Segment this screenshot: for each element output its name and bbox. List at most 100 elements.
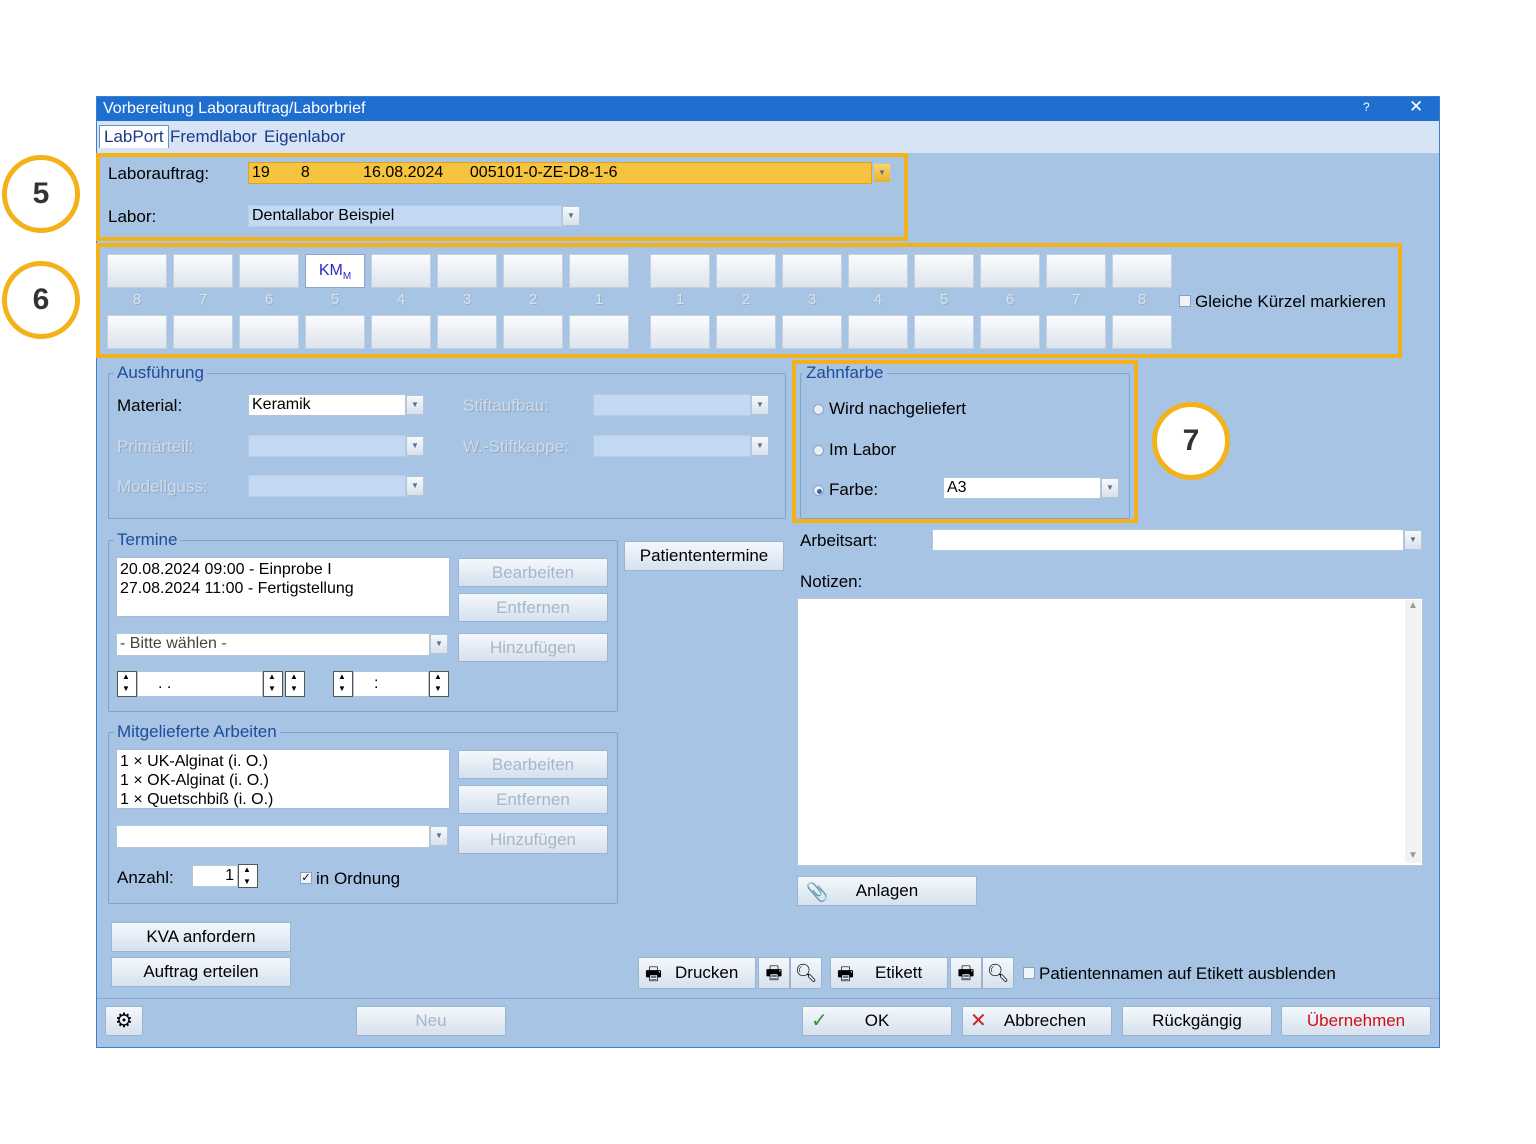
neu-button[interactable]: Neu (356, 1006, 506, 1036)
tooth-upper-right-7[interactable] (1046, 254, 1106, 288)
termin-type-dropdown-button[interactable]: ▼ (430, 634, 448, 654)
window-title: Vorbereitung Laborauftrag/Laborbrief (103, 100, 366, 117)
mitgeliefert-list[interactable]: 1 × UK-Alginat (i. O.) 1 × OK-Alginat (i… (116, 749, 450, 809)
tooth-number: 8 (132, 291, 142, 308)
termin-type-select[interactable]: - Bitte wählen - (116, 633, 430, 656)
tooth-upper-left-5[interactable]: KMM (305, 254, 365, 288)
drucken-button[interactable]: 🖶 Drucken (638, 957, 756, 989)
stiftaufbau-field (593, 394, 751, 416)
list-item[interactable]: 1 × OK-Alginat (i. O.) (120, 771, 446, 790)
drucken-preview-button[interactable]: 🔍︎ (790, 957, 822, 989)
modellguss-dropdown-button: ▼ (406, 476, 424, 496)
in-ordnung-checkbox[interactable]: ✓ (300, 872, 312, 884)
tooth-upper-left-3[interactable] (437, 254, 497, 288)
tooth-lower-left-5[interactable] (305, 315, 365, 349)
time-spin-right[interactable] (429, 671, 449, 697)
tooth-upper-right-4[interactable] (848, 254, 908, 288)
tooth-lower-left-2[interactable] (503, 315, 563, 349)
arbeitsart-field[interactable] (932, 529, 1404, 551)
tooth-upper-right-3[interactable] (782, 254, 842, 288)
tooth-number: 6 (1005, 291, 1015, 308)
termine-title: Termine (114, 530, 181, 550)
abbrechen-button[interactable]: ✕ Abbrechen (962, 1006, 1112, 1036)
date-spin-mid[interactable] (263, 671, 283, 697)
mitgeliefert-add-button[interactable]: Hinzufügen (458, 825, 608, 854)
help-button[interactable]: ? (1363, 100, 1370, 114)
close-button[interactable]: ✕ (1409, 97, 1423, 117)
anlagen-label: Anlagen (855, 881, 919, 900)
anlagen-button[interactable]: 📎 Anlagen (797, 876, 977, 906)
mitgeliefert-remove-button[interactable]: Entfernen (458, 785, 608, 814)
tooth-number: 7 (198, 291, 208, 308)
tab-labport[interactable]: LabPort (99, 125, 169, 148)
date-spin-right[interactable] (285, 671, 305, 697)
anzahl-field[interactable]: 1 (192, 865, 238, 887)
date-field[interactable]: . . (137, 671, 263, 697)
wstiftkappe-dropdown-button: ▼ (751, 436, 769, 456)
mitgeliefert-edit-button[interactable]: Bearbeiten (458, 750, 608, 779)
tooth-lower-right-7[interactable] (1046, 315, 1106, 349)
patiententermine-button[interactable]: Patiententermine (624, 541, 784, 571)
ok-label: OK (864, 1011, 890, 1030)
tooth-lower-right-2[interactable] (716, 315, 776, 349)
hide-names-checkbox[interactable] (1023, 967, 1035, 979)
tooth-lower-right-8[interactable] (1112, 315, 1172, 349)
drucken-setup-button[interactable]: 🖶 (758, 957, 790, 989)
etikett-setup-button[interactable]: 🖶 (950, 957, 982, 989)
tooth-lower-right-5[interactable] (914, 315, 974, 349)
uebernehmen-button[interactable]: Übernehmen (1281, 1006, 1431, 1036)
printer-setup-icon: 🖶 (765, 963, 783, 983)
tooth-lower-left-1[interactable] (569, 315, 629, 349)
auftrag-erteilen-button[interactable]: Auftrag erteilen (111, 957, 291, 987)
tooth-upper-right-6[interactable] (980, 254, 1040, 288)
tooth-lower-left-7[interactable] (173, 315, 233, 349)
tooth-lower-left-4[interactable] (371, 315, 431, 349)
tooth-lower-left-6[interactable] (239, 315, 299, 349)
tooth-upper-left-8[interactable] (107, 254, 167, 288)
termine-list[interactable]: 20.08.2024 09:00 - Einprobe I 27.08.2024… (116, 557, 450, 617)
termine-remove-button[interactable]: Entfernen (458, 593, 608, 622)
list-item[interactable]: 1 × UK-Alginat (i. O.) (120, 752, 446, 771)
list-item[interactable]: 27.08.2024 11:00 - Fertigstellung (120, 579, 446, 598)
tooth-upper-right-5[interactable] (914, 254, 974, 288)
tooth-lower-right-6[interactable] (980, 315, 1040, 349)
rueckgaengig-button[interactable]: Rückgängig (1122, 1006, 1272, 1036)
tooth-lower-right-1[interactable] (650, 315, 710, 349)
anzahl-spin[interactable] (238, 864, 258, 888)
tooth-lower-left-3[interactable] (437, 315, 497, 349)
time-field[interactable]: : (353, 671, 429, 697)
tooth-lower-left-8[interactable] (107, 315, 167, 349)
tooth-upper-right-1[interactable] (650, 254, 710, 288)
termine-edit-button[interactable]: Bearbeiten (458, 558, 608, 587)
mitgeliefert-select[interactable] (116, 825, 430, 848)
kva-button[interactable]: KVA anfordern (111, 922, 291, 952)
tooth-upper-left-1[interactable] (569, 254, 629, 288)
tooth-upper-left-6[interactable] (239, 254, 299, 288)
stiftaufbau-dropdown-button: ▼ (751, 395, 769, 415)
mitgeliefert-dropdown-button[interactable]: ▼ (430, 826, 448, 846)
tooth-lower-right-3[interactable] (782, 315, 842, 349)
list-item[interactable]: 1 × Quetschbiß (i. O.) (120, 790, 446, 809)
settings-button[interactable]: ⚙ (105, 1006, 143, 1036)
tooth-upper-left-7[interactable] (173, 254, 233, 288)
etikett-button[interactable]: 🖶 Etikett (830, 957, 948, 989)
tooth-upper-right-2[interactable] (716, 254, 776, 288)
tooth-upper-left-2[interactable] (503, 254, 563, 288)
material-field[interactable]: Keramik (248, 394, 406, 416)
ok-button[interactable]: ✓ OK (802, 1006, 952, 1036)
tooth-upper-right-8[interactable] (1112, 254, 1172, 288)
time-spin-left[interactable] (333, 671, 353, 697)
tab-fremdlabor[interactable]: Fremdlabor (170, 127, 257, 147)
tooth-lower-right-4[interactable] (848, 315, 908, 349)
notizen-scrollbar[interactable]: ▲ ▼ (1405, 600, 1421, 863)
list-item[interactable]: 20.08.2024 09:00 - Einprobe I (120, 560, 446, 579)
date-spin-left[interactable] (117, 671, 137, 697)
arbeitsart-dropdown-button[interactable]: ▼ (1404, 530, 1422, 550)
etikett-preview-button[interactable]: 🔍︎ (982, 957, 1014, 989)
tooth-upper-left-4[interactable] (371, 254, 431, 288)
tooth-number: 3 (462, 291, 472, 308)
tab-eigenlabor[interactable]: Eigenlabor (264, 127, 345, 147)
termine-add-button[interactable]: Hinzufügen (458, 633, 608, 662)
notizen-textarea[interactable] (797, 598, 1423, 866)
material-dropdown-button[interactable]: ▼ (406, 395, 424, 415)
